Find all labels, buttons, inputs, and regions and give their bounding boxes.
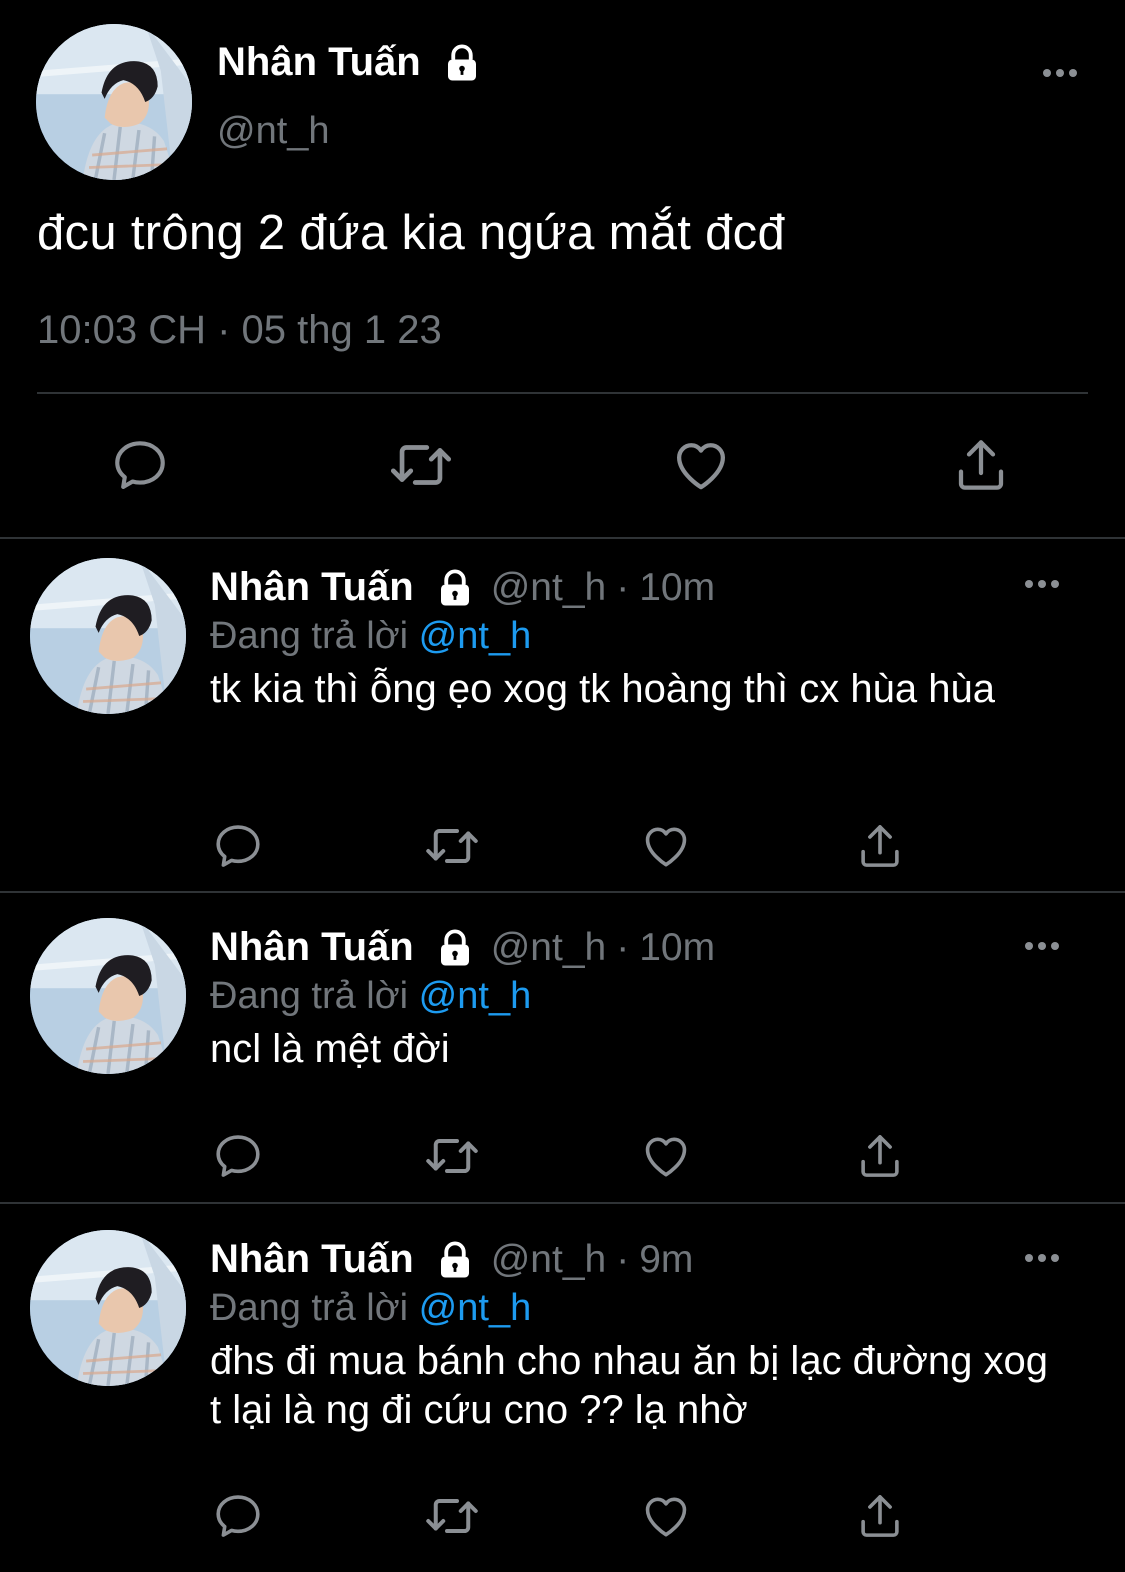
divider	[0, 1202, 1125, 1204]
lock-icon	[434, 927, 476, 969]
replying-to-line: Đang trả lời @nt_h	[210, 1287, 531, 1330]
display-name-text: Nhân Tuấn	[217, 40, 421, 84]
replying-label: Đang trả lời	[210, 975, 409, 1017]
more-icon[interactable]	[1025, 580, 1059, 588]
lock-icon	[434, 567, 476, 609]
handle[interactable]: @nt_h	[491, 926, 607, 970]
retweet-icon	[386, 430, 456, 500]
relative-time[interactable]: 10m	[639, 566, 715, 610]
like-button[interactable]	[638, 818, 694, 874]
replying-to-line: Đang trả lời @nt_h	[210, 615, 531, 658]
like-icon	[639, 1129, 693, 1183]
avatar[interactable]	[30, 918, 186, 1074]
lock-icon	[441, 42, 483, 84]
like-button[interactable]	[638, 1488, 694, 1544]
retweet-icon	[422, 816, 482, 876]
share-icon	[949, 433, 1013, 497]
retweet-button[interactable]	[422, 1128, 482, 1184]
reply-button[interactable]	[210, 818, 266, 874]
replying-to-line: Đang trả lời @nt_h	[210, 975, 531, 1018]
divider	[0, 891, 1125, 893]
share-icon	[853, 1489, 907, 1543]
reply-text: ncl là mệt đời	[210, 1027, 450, 1071]
separator-dot: ·	[616, 1237, 630, 1281]
retweet-button[interactable]	[385, 432, 457, 498]
avatar-image	[30, 1230, 186, 1386]
more-icon[interactable]	[1043, 69, 1077, 77]
like-icon	[669, 433, 733, 497]
replying-label: Đang trả lời	[210, 615, 409, 657]
reply-button[interactable]	[107, 432, 173, 498]
avatar-image	[30, 558, 186, 714]
retweet-button[interactable]	[422, 1488, 482, 1544]
lock-icon	[434, 1239, 476, 1281]
main-handle[interactable]: @nt_h	[217, 110, 330, 153]
reply-button[interactable]	[210, 1128, 266, 1184]
reply-header: Nhân Tuấn @nt_h · 9m	[210, 1237, 693, 1282]
main-tweet-timestamp[interactable]: 10:03 CH · 05 thg 1 23	[37, 308, 442, 353]
avatar[interactable]	[30, 1230, 186, 1386]
retweet-icon	[422, 1126, 482, 1186]
reply-icon	[211, 819, 265, 873]
reply-icon	[211, 1129, 265, 1183]
reply-icon	[109, 434, 171, 496]
share-icon	[853, 1129, 907, 1183]
share-button[interactable]	[852, 1488, 908, 1544]
reply-text: đhs đi mua bánh cho nhau ăn bị lạc đường…	[210, 1339, 1049, 1432]
like-icon	[639, 1489, 693, 1543]
reply-tweet[interactable]: Nhân Tuấn @nt_h · 10m Đang trả lời @nt_h…	[0, 540, 1125, 890]
reply-tweet[interactable]: Nhân Tuấn @nt_h · 10m Đang trả lời @nt_h…	[0, 900, 1125, 1200]
display-name[interactable]: Nhân Tuấn	[210, 565, 414, 610]
share-icon	[853, 819, 907, 873]
reply-text: tk kia thì ỗng ẹo xog tk hoàng thì cx hù…	[210, 667, 995, 711]
relative-time[interactable]: 9m	[639, 1238, 693, 1282]
like-icon	[639, 819, 693, 873]
divider	[37, 392, 1088, 394]
replying-label: Đang trả lời	[210, 1287, 409, 1329]
display-name[interactable]: Nhân Tuấn	[210, 925, 414, 970]
mention-link[interactable]: @nt_h	[419, 975, 532, 1017]
avatar-image	[30, 918, 186, 1074]
retweet-icon	[422, 1486, 482, 1546]
retweet-button[interactable]	[422, 818, 482, 874]
handle[interactable]: @nt_h	[491, 566, 607, 610]
reply-tweet[interactable]: Nhân Tuấn @nt_h · 9m Đang trả lời @nt_h …	[0, 1212, 1125, 1567]
reply-button[interactable]	[210, 1488, 266, 1544]
main-tweet-text: đcu trông 2 đứa kia ngứa mắt đcđ	[37, 206, 786, 260]
avatar[interactable]	[30, 558, 186, 714]
mention-link[interactable]: @nt_h	[419, 1287, 532, 1329]
display-name[interactable]: Nhân Tuấn	[210, 1237, 414, 1282]
like-button[interactable]	[638, 1128, 694, 1184]
reply-icon	[211, 1489, 265, 1543]
like-button[interactable]	[668, 432, 734, 498]
main-display-name[interactable]: Nhân Tuấn	[217, 40, 483, 85]
share-button[interactable]	[948, 432, 1014, 498]
avatar-image	[36, 24, 192, 180]
avatar[interactable]	[36, 24, 192, 180]
reply-header: Nhân Tuấn @nt_h · 10m	[210, 925, 715, 970]
mention-link[interactable]: @nt_h	[419, 615, 532, 657]
separator-dot: ·	[616, 925, 630, 969]
divider	[0, 537, 1125, 539]
more-icon[interactable]	[1025, 942, 1059, 950]
share-button[interactable]	[852, 1128, 908, 1184]
relative-time[interactable]: 10m	[639, 926, 715, 970]
separator-dot: ·	[616, 565, 630, 609]
handle[interactable]: @nt_h	[491, 1238, 607, 1282]
share-button[interactable]	[852, 818, 908, 874]
reply-header: Nhân Tuấn @nt_h · 10m	[210, 565, 715, 610]
more-icon[interactable]	[1025, 1254, 1059, 1262]
